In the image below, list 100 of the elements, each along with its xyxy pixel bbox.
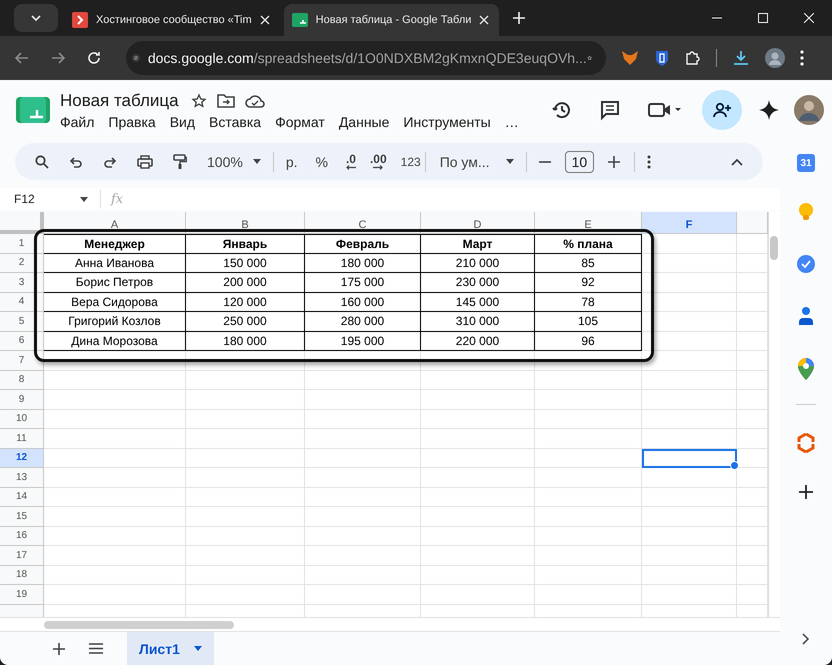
grid-cell[interactable] — [642, 292, 737, 312]
grid-cell[interactable] — [305, 410, 421, 429]
grid-cell[interactable] — [642, 390, 737, 410]
grid-cell[interactable] — [421, 526, 535, 546]
row-number[interactable]: 18 — [0, 566, 44, 585]
menu-item[interactable]: Данные — [338, 114, 390, 130]
cell-name-box[interactable]: F12 — [14, 192, 80, 206]
grid-cell[interactable] — [44, 351, 186, 370]
expand-icon[interactable] — [802, 633, 810, 645]
grid-cell[interactable] — [44, 585, 186, 604]
grid-cell[interactable] — [535, 429, 642, 448]
font-size-field[interactable]: 10 — [564, 150, 594, 172]
row-number[interactable]: 10 — [0, 410, 44, 429]
column-header[interactable] — [737, 212, 768, 234]
menu-icon[interactable] — [800, 50, 804, 66]
paint-format-icon[interactable] — [173, 154, 187, 170]
column-header[interactable]: F — [642, 212, 737, 234]
grid-cell[interactable] — [642, 585, 737, 604]
grid-cell[interactable] — [421, 468, 535, 488]
grid-cell[interactable] — [44, 448, 186, 468]
grid-cell[interactable] — [642, 370, 737, 390]
grid-cell[interactable] — [421, 370, 535, 390]
grid-cell[interactable] — [642, 468, 737, 488]
grid-cell[interactable] — [186, 429, 305, 448]
grid-cell[interactable] — [305, 488, 421, 507]
browser-tab[interactable]: Хостинговое сообщество «Tim — [64, 4, 280, 36]
forward-icon[interactable] — [50, 50, 66, 66]
grid-cell[interactable] — [642, 254, 737, 273]
bulb-icon[interactable] — [798, 202, 814, 222]
undo-icon[interactable] — [69, 154, 83, 168]
grid-cell[interactable] — [44, 370, 186, 390]
percent-button[interactable]: % — [316, 154, 328, 170]
grid-cell[interactable] — [421, 507, 535, 526]
collapse-icon[interactable] — [731, 158, 743, 166]
grid-cell[interactable] — [186, 351, 305, 370]
zoom-dropdown[interactable]: 100% — [207, 154, 261, 170]
scrollbar-thumb[interactable] — [44, 620, 234, 628]
sheet-tab[interactable]: Лист1 — [127, 632, 214, 665]
number-format-button[interactable]: 123 — [400, 154, 421, 168]
row-number[interactable]: 14 — [0, 488, 44, 507]
search-icon[interactable] — [35, 154, 49, 168]
cloud-check-icon[interactable] — [244, 92, 265, 108]
menu-icon[interactable] — [89, 643, 103, 654]
grid-cell[interactable] — [421, 566, 535, 585]
grid-cell[interactable] — [305, 546, 421, 566]
back-icon[interactable] — [14, 50, 30, 66]
close-icon[interactable] — [260, 15, 270, 25]
row-number[interactable]: 16 — [0, 526, 44, 546]
grid-cell[interactable] — [421, 585, 535, 604]
star-icon[interactable] — [190, 92, 207, 108]
grid-cell[interactable] — [305, 468, 421, 488]
grid-cell[interactable] — [535, 585, 642, 604]
grid-cell[interactable] — [44, 390, 186, 410]
menu-item[interactable]: Вид — [170, 114, 196, 130]
add-icon[interactable] — [799, 485, 813, 499]
sparkle-icon[interactable] — [759, 100, 779, 120]
add-sheet-icon[interactable] — [53, 642, 65, 654]
row-number[interactable]: 9 — [0, 390, 44, 410]
grid-cell[interactable] — [421, 351, 535, 370]
grid-cell[interactable] — [642, 566, 737, 585]
grid-cell[interactable] — [642, 429, 737, 448]
grid-cell[interactable] — [642, 273, 737, 292]
video-call-button[interactable] — [648, 102, 682, 118]
grid-cell[interactable] — [421, 390, 535, 410]
grid-cell[interactable] — [535, 390, 642, 410]
grid-cell[interactable] — [535, 370, 642, 390]
grid-cell[interactable] — [186, 526, 305, 546]
share-button[interactable] — [702, 90, 742, 130]
grid-cell[interactable] — [642, 312, 737, 332]
row-number[interactable]: 1 — [0, 234, 44, 254]
hexagon-icon[interactable] — [797, 433, 815, 453]
font-dropdown[interactable]: По ум... — [440, 154, 514, 170]
calendar-icon[interactable]: 31 — [797, 154, 815, 172]
grid-cell[interactable] — [421, 410, 535, 429]
grid-cell[interactable] — [44, 526, 186, 546]
grid-cell[interactable] — [535, 468, 642, 488]
fox-extension-icon[interactable] — [621, 50, 639, 66]
grid-cell[interactable] — [535, 507, 642, 526]
grid-cell[interactable] — [535, 351, 642, 370]
tab-search-button[interactable] — [14, 4, 58, 32]
grid-cell[interactable] — [421, 488, 535, 507]
grid-cell[interactable] — [642, 410, 737, 429]
grid-cell[interactable] — [186, 585, 305, 604]
map-pin-icon[interactable] — [798, 358, 814, 380]
menu-item[interactable]: Файл — [60, 114, 94, 130]
document-title[interactable]: Новая таблица — [60, 90, 179, 110]
more-icon[interactable] — [647, 154, 652, 168]
grid-cell[interactable] — [535, 410, 642, 429]
menu-item[interactable]: Вставка — [209, 114, 262, 130]
menu-item[interactable]: Формат — [275, 114, 325, 130]
grid-cell[interactable] — [44, 546, 186, 566]
grid-cell[interactable] — [186, 410, 305, 429]
grid-cell[interactable] — [642, 507, 737, 526]
plus-icon[interactable] — [608, 156, 620, 168]
profile-avatar-icon[interactable] — [765, 48, 785, 68]
grid-cell[interactable] — [305, 429, 421, 448]
grid-cell[interactable] — [535, 488, 642, 507]
grid-cell[interactable] — [535, 448, 642, 468]
maximize-icon[interactable] — [758, 13, 768, 23]
row-number[interactable]: 15 — [0, 507, 44, 526]
